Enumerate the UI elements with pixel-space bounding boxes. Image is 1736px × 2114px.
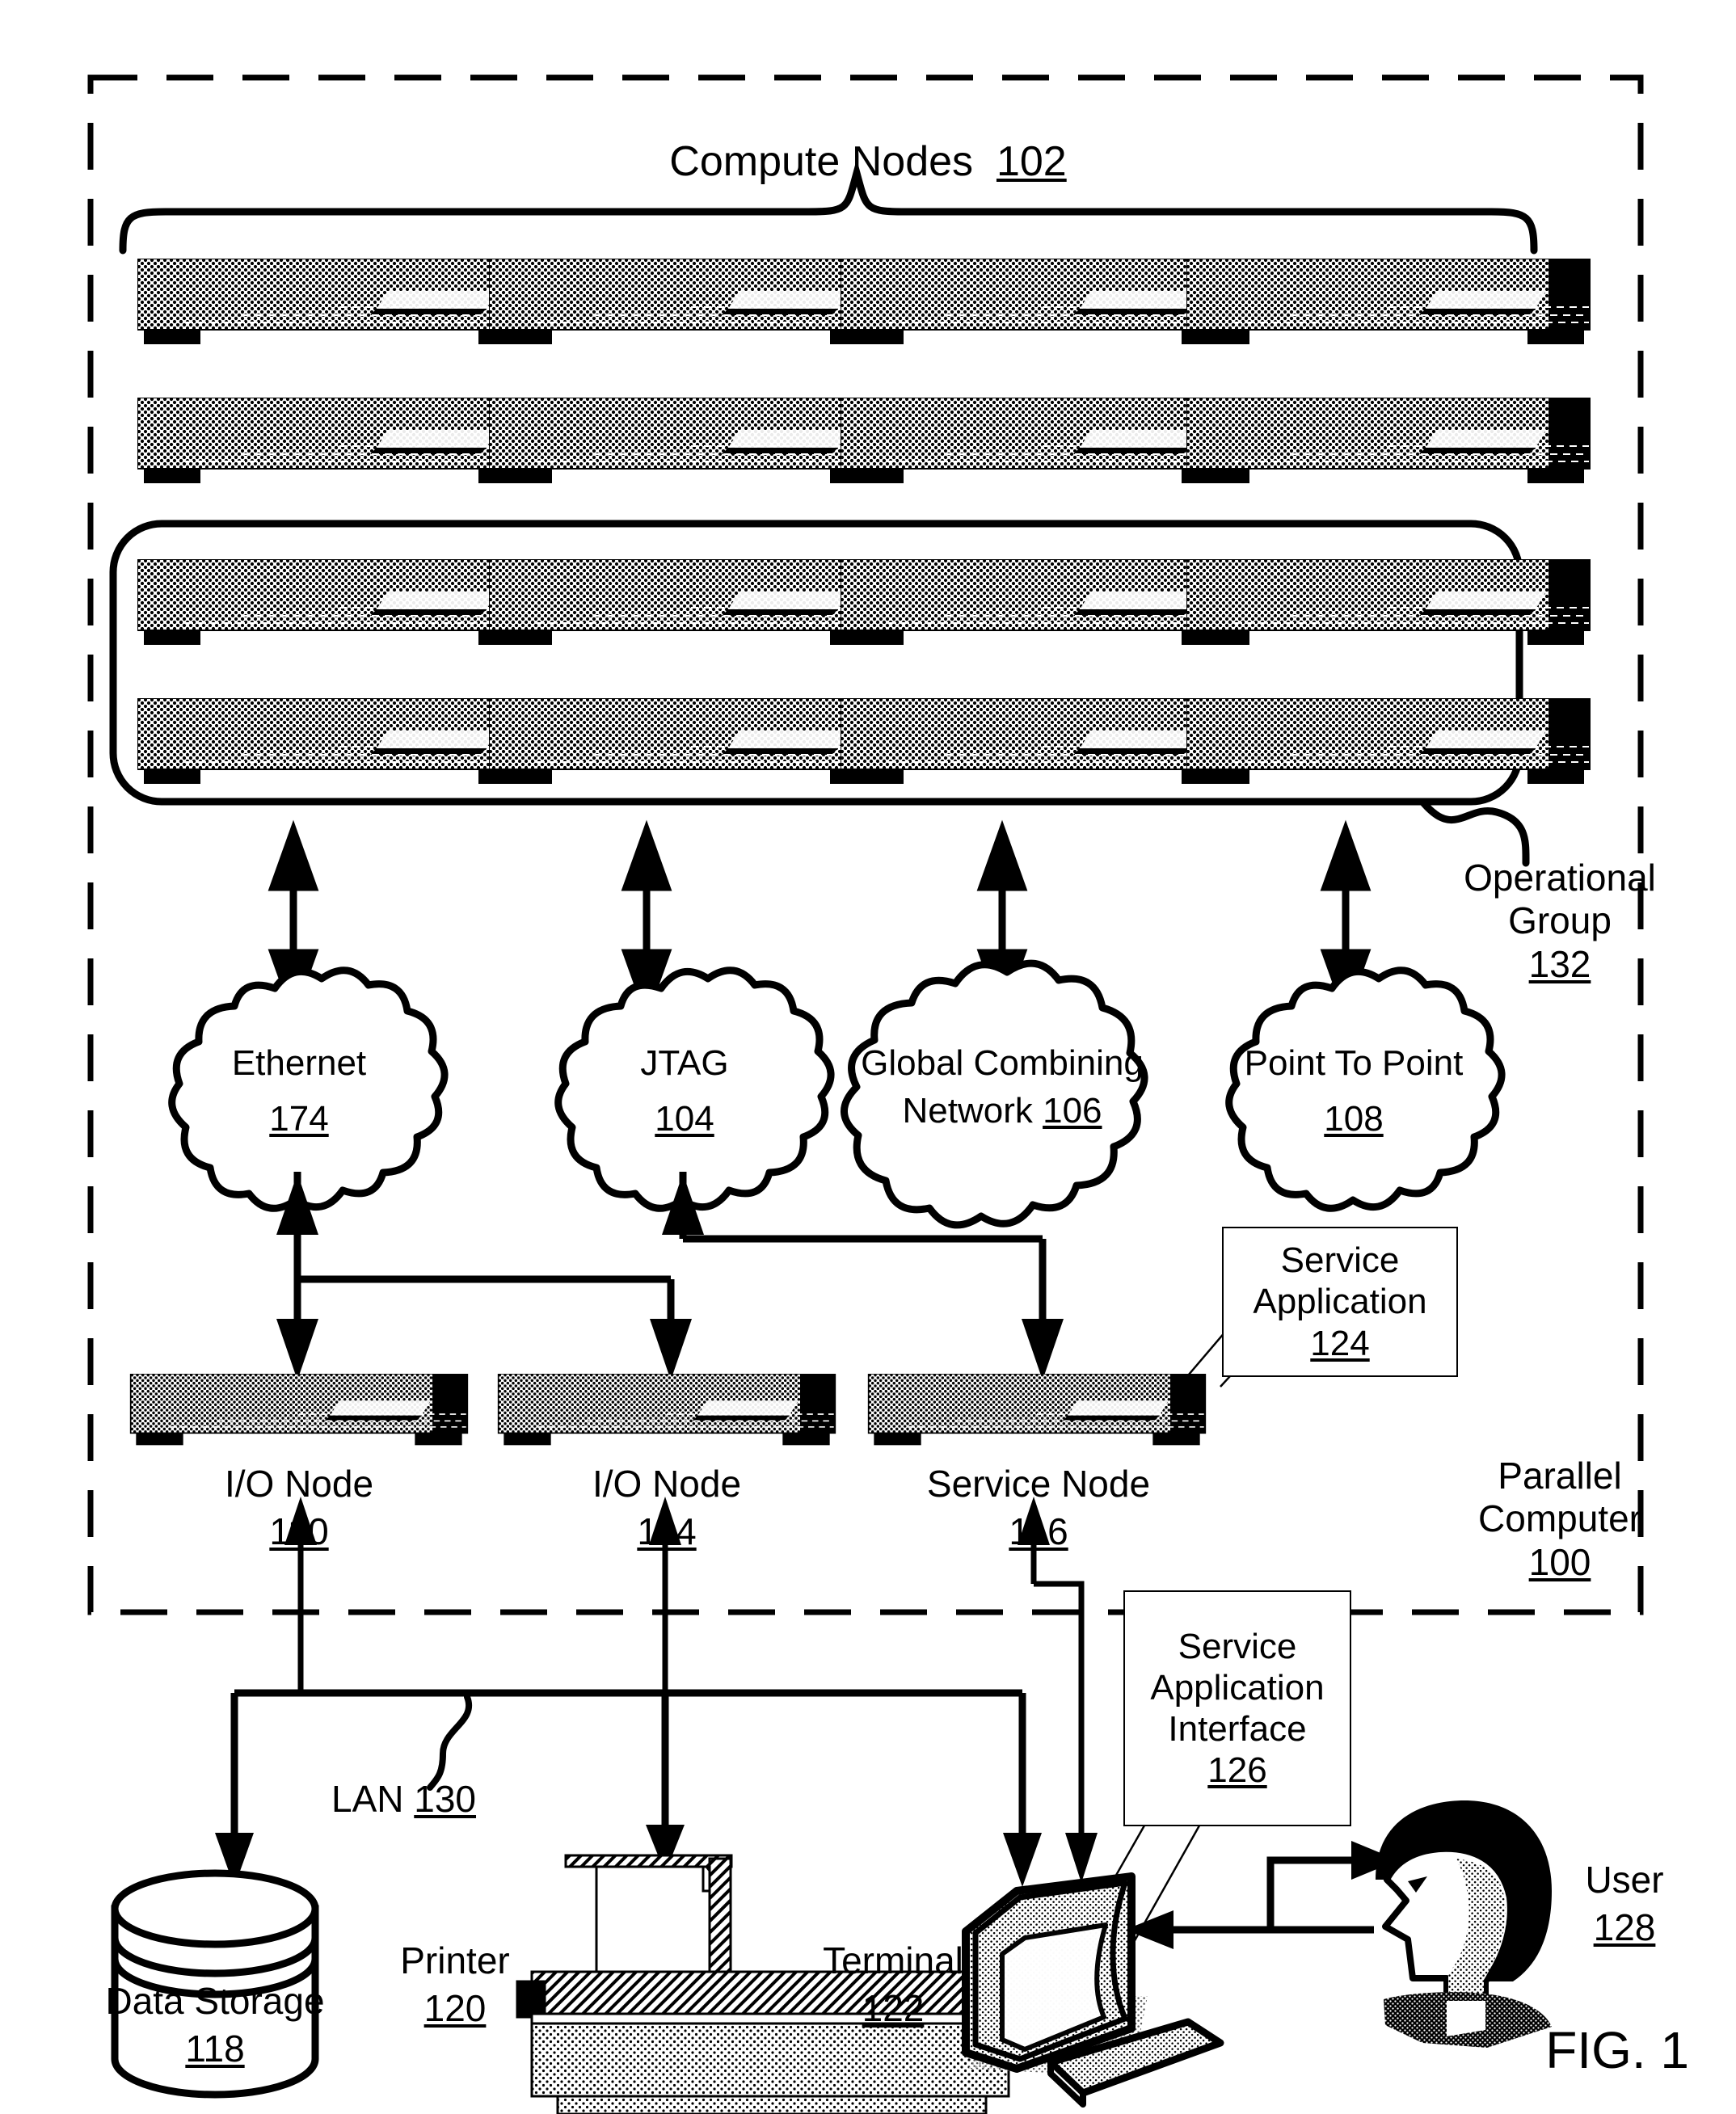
compute-nodes-title: Compute Nodes 102 xyxy=(669,138,1067,185)
io-node-114-label: I/O Node 114 xyxy=(592,1463,742,1553)
compute-node xyxy=(841,398,1245,484)
compute-node xyxy=(137,398,541,484)
data-storage-label: Data Storage 118 xyxy=(105,1980,325,2070)
ethernet-to-io-links xyxy=(276,1172,692,1380)
compute-node xyxy=(137,559,541,646)
cloud-label-ethernet: Ethernet 174 xyxy=(231,1043,367,1139)
compute-node xyxy=(489,259,893,345)
printer-label: Printer 120 xyxy=(400,1939,510,2030)
compute-node xyxy=(137,698,541,785)
user-symbol xyxy=(1376,1800,1552,2048)
operational-group-leader xyxy=(1418,798,1530,867)
compute-node xyxy=(1186,398,1591,484)
service-node-label: Service Node 116 xyxy=(926,1463,1151,1553)
compute-node xyxy=(489,398,893,484)
io-service-node-row xyxy=(129,1374,1207,1447)
service-application-interface-callout: Service Application Interface 126 xyxy=(1123,1590,1351,1826)
service-node-chassis xyxy=(867,1374,1207,1447)
io-node-chassis xyxy=(129,1374,469,1447)
node-network-links xyxy=(268,819,1372,1021)
user-terminal-links xyxy=(1125,1841,1398,1949)
compute-node xyxy=(1186,698,1591,785)
io-node-chassis xyxy=(497,1374,836,1447)
lan-label: LAN 130 xyxy=(331,1778,477,1820)
operational-group-label: Operational Group 132 xyxy=(1464,857,1656,985)
compute-node xyxy=(137,259,541,345)
compute-node xyxy=(1186,559,1591,646)
user-label: User 128 xyxy=(1585,1859,1664,1949)
compute-node xyxy=(1186,259,1591,345)
service-application-callout: Service Application 124 xyxy=(1222,1227,1458,1377)
figure-caption: FIG. 1 xyxy=(1545,2021,1689,2079)
cloud-label-jtag: JTAG 104 xyxy=(640,1043,729,1139)
figure-canvas: Compute Nodes 102 Operational Group 132 … xyxy=(0,0,1736,2114)
compute-node xyxy=(841,698,1245,785)
terminal-label: Terminal 122 xyxy=(823,1939,963,2030)
parallel-computer-label: Parallel Computer 100 xyxy=(1478,1455,1641,1583)
compute-node xyxy=(489,559,893,646)
cloud-label-point-to-point: Point To Point 108 xyxy=(1244,1043,1464,1139)
terminal-symbol xyxy=(962,1872,1224,2108)
io-node-110-label: I/O Node 110 xyxy=(224,1463,374,1553)
compute-node xyxy=(841,559,1245,646)
cloud-label-global-combining-network: Global Combining Network 106 xyxy=(861,1043,1144,1131)
lan-leader xyxy=(427,1694,473,1791)
compute-node xyxy=(841,259,1245,345)
compute-node xyxy=(489,698,893,785)
